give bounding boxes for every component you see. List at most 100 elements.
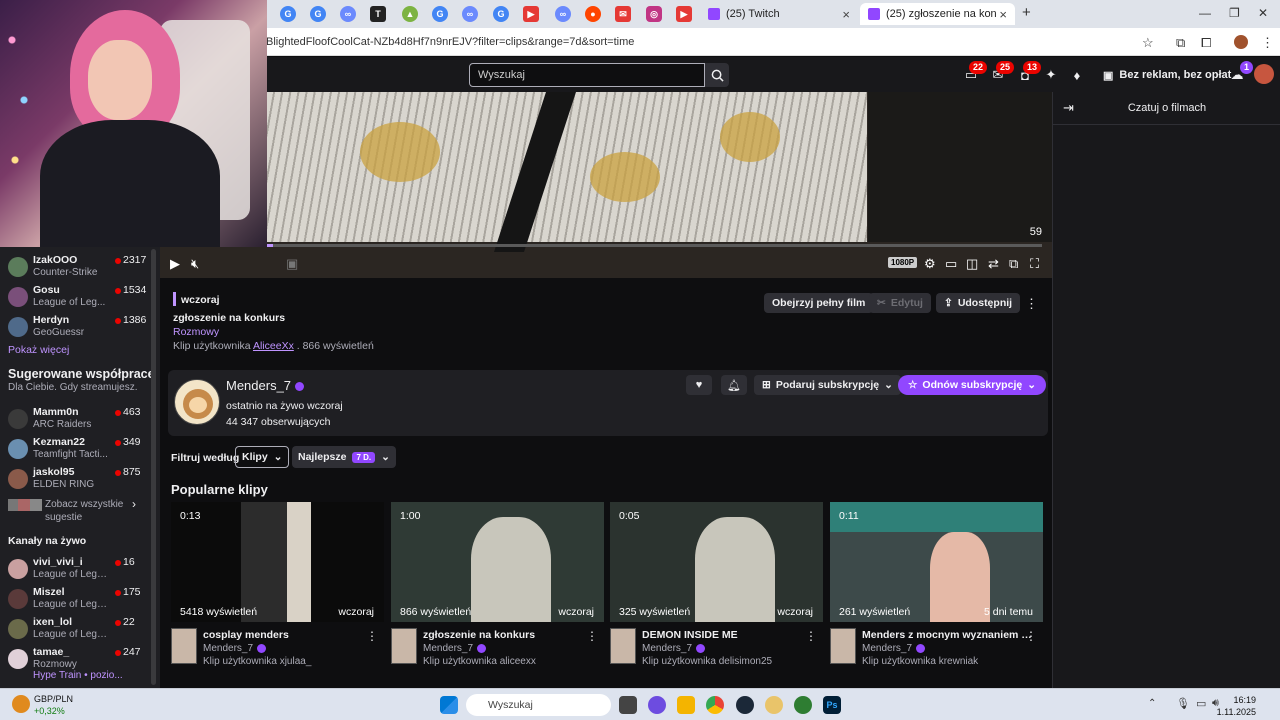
- currency-pair[interactable]: GBP/PLN: [34, 694, 73, 704]
- pinned-tab-google-icon[interactable]: G: [432, 6, 448, 22]
- currency-widget-icon[interactable]: [12, 695, 30, 713]
- tab-active-clip[interactable]: (25) zgłoszenie na konkurs - Tw ×: [860, 3, 1015, 25]
- clip-thumbnail[interactable]: 0:05 325 wyświetleń wczoraj: [610, 502, 823, 622]
- sidebar-channel[interactable]: vivi_vivi_i League of Lege... 16: [0, 554, 150, 584]
- minimize-icon[interactable]: —: [1199, 6, 1211, 20]
- clip-channel-avatar[interactable]: [830, 628, 856, 664]
- microphone-icon[interactable]: 🎙︎: [1176, 697, 1190, 710]
- edit-button[interactable]: ✂ Edytuj: [869, 293, 931, 313]
- pinned-tab-youtube-icon[interactable]: ▶: [676, 6, 692, 22]
- app-icon[interactable]: [765, 696, 783, 714]
- see-all-suggestions[interactable]: Zobacz wszystkie sugestie ›: [8, 497, 148, 527]
- extension-icon[interactable]: ⧉: [1176, 35, 1185, 51]
- close-tab-icon[interactable]: ×: [842, 7, 850, 22]
- clip-card[interactable]: 1:00 866 wyświetleń wczoraj zgłoszenie n…: [391, 502, 604, 692]
- close-window-icon[interactable]: ✕: [1258, 6, 1268, 20]
- clip-channel[interactable]: Menders_7: [642, 643, 706, 654]
- sidebar-toggle-icon[interactable]: ◫: [966, 256, 978, 272]
- pinned-tab-google-icon[interactable]: G: [493, 6, 509, 22]
- renew-sub-button[interactable]: ☆ Odnów subskrypcję ⌄: [898, 375, 1047, 395]
- filter-sort-dropdown[interactable]: Najlepsze 7 D. ⌄: [292, 446, 396, 468]
- pinned-tab-t-icon[interactable]: T: [370, 6, 386, 22]
- sidebar-channel[interactable]: IzakOOO Counter-Strike 2317: [0, 252, 150, 282]
- start-windows-icon[interactable]: [440, 696, 458, 714]
- sidebar-channel[interactable]: ixen_lol League of Lege... 22: [0, 614, 150, 644]
- sidebar-channel[interactable]: Kezman22 Teamfight Tacti... 349: [0, 434, 150, 464]
- channel-name[interactable]: Menders_7: [226, 378, 305, 393]
- inbox-icon[interactable]: ▭ 22: [963, 61, 987, 83]
- pinned-tab-google-icon[interactable]: G: [310, 6, 326, 22]
- volume-icon[interactable]: ▣: [286, 256, 298, 272]
- follow-heart-button[interactable]: ♥: [686, 375, 712, 395]
- pinned-tab-youtube-icon[interactable]: ▶: [523, 6, 539, 22]
- clip-channel[interactable]: Menders_7: [423, 643, 487, 654]
- pinned-tab-google-icon[interactable]: G: [280, 6, 296, 22]
- more-options-icon[interactable]: ⋮: [805, 629, 817, 643]
- seek-bar[interactable]: [168, 244, 1042, 247]
- taskbar-search[interactable]: Wyszukaj: [466, 694, 611, 716]
- share-button[interactable]: ⇪ Udostępnij: [936, 293, 1021, 313]
- clipper-link[interactable]: AliceeXx: [253, 340, 294, 352]
- sidebar-channel[interactable]: Gosu League of Leg... 1534: [0, 282, 150, 312]
- pinned-tab-instagram-icon[interactable]: ◎: [646, 6, 662, 22]
- clip-thumbnail[interactable]: 0:11 261 wyświetleń 5 dni temu: [830, 502, 1043, 622]
- bookmark-star-icon[interactable]: ☆: [1142, 35, 1154, 51]
- more-options-icon[interactable]: ⋮: [1025, 629, 1037, 643]
- clip-channel[interactable]: Menders_7: [203, 643, 267, 654]
- new-tab-icon[interactable]: +: [1022, 4, 1031, 21]
- clip-channel[interactable]: Menders_7: [862, 643, 926, 654]
- task-view-icon[interactable]: [619, 696, 637, 714]
- more-options-icon[interactable]: ⋮: [586, 629, 598, 643]
- sidebar-channel[interactable]: Herdyn GeoGuessr 1386: [0, 312, 150, 342]
- sidebar-channel[interactable]: Miszel League of Lege... 175: [0, 584, 150, 614]
- close-tab-icon[interactable]: ×: [999, 7, 1007, 22]
- show-more-link[interactable]: Pokaż więcej: [8, 344, 69, 356]
- play-icon[interactable]: ▶: [170, 256, 180, 272]
- photoshop-icon[interactable]: Ps: [823, 696, 841, 714]
- watch-full-video-button[interactable]: Obejrzyj pełny film: [764, 293, 874, 313]
- search-button[interactable]: [705, 63, 729, 87]
- settings-gear-icon[interactable]: ⚙: [924, 256, 936, 272]
- clip-category-link[interactable]: Rozmowy: [173, 326, 219, 338]
- more-options-icon[interactable]: ⋮: [366, 629, 378, 643]
- filter-type-dropdown[interactable]: Klipy ⌄: [235, 446, 290, 468]
- clip-card[interactable]: 0:13 5418 wyświetleń wczoraj cosplay men…: [171, 502, 384, 692]
- chevron-up-icon[interactable]: ⌃: [1148, 698, 1156, 709]
- url-field[interactable]: BlightedFloofCoolCat-NZb4d8Hf7n9nrEJV?fi…: [266, 36, 634, 48]
- search-input[interactable]: Wyszukaj: [469, 63, 705, 87]
- tab-twitch[interactable]: (25) Twitch ×: [700, 3, 858, 25]
- browser-menu-icon[interactable]: ⋮: [1261, 35, 1274, 51]
- mute-icon[interactable]: 🔇︎: [191, 256, 199, 272]
- pinned-tab-link-icon[interactable]: ∞: [462, 6, 478, 22]
- fullscreen-icon[interactable]: ⛶: [1030, 256, 1039, 272]
- bits-icon[interactable]: ☁ 1: [1229, 61, 1253, 83]
- extensions-puzzle-icon[interactable]: ⧠: [1201, 35, 1211, 51]
- clip-thumbnail[interactable]: 0:13 5418 wyświetleń wczoraj: [171, 502, 384, 622]
- picture-in-picture-icon[interactable]: ⧉: [1009, 256, 1018, 272]
- clip-card[interactable]: 0:11 261 wyświetleń 5 dni temu Menders z…: [830, 502, 1043, 692]
- drops-icon[interactable]: ✦: [1043, 67, 1059, 83]
- clip-title[interactable]: zgłoszenie na konkurs: [423, 629, 593, 641]
- pinned-tab-mail-icon[interactable]: ✉: [615, 6, 631, 22]
- pinned-tab-link-icon[interactable]: ∞: [555, 6, 571, 22]
- discord-icon[interactable]: [648, 696, 666, 714]
- user-avatar[interactable]: [1254, 64, 1274, 84]
- pinned-tab-reddit-icon[interactable]: ●: [585, 6, 601, 22]
- clip-title[interactable]: cosplay menders: [203, 629, 373, 641]
- notifications-icon[interactable]: ◘ 13: [1017, 61, 1041, 83]
- notification-bell-button[interactable]: 🔔︎: [721, 375, 747, 395]
- sidebar-channel[interactable]: Mamm0n ARC Raiders 463: [0, 404, 150, 434]
- clip-thumbnail[interactable]: 1:00 866 wyświetleń wczoraj: [391, 502, 604, 622]
- profile-avatar-icon[interactable]: [1234, 35, 1248, 49]
- video-player[interactable]: 59 ▶ 🔇︎ ▣ 1080P ⚙ ▭ ◫ ⇄ ⧉ ⛶: [160, 92, 1052, 278]
- clip-title[interactable]: Menders z mocnym wyznaniem o ...: [862, 629, 1032, 641]
- pinned-tab-drive-icon[interactable]: ▲: [402, 6, 418, 22]
- quality-badge[interactable]: 1080P: [888, 257, 918, 268]
- clip-channel-avatar[interactable]: [171, 628, 197, 664]
- channel-avatar[interactable]: [174, 379, 220, 425]
- whispers-icon[interactable]: ✉ 25: [990, 61, 1014, 83]
- sidebar-scrollbar[interactable]: [151, 249, 156, 685]
- clip-title[interactable]: DEMON INSIDE ME: [642, 629, 812, 641]
- steam-icon[interactable]: [736, 696, 754, 714]
- clock[interactable]: 16:19 1.11.2025: [1217, 694, 1256, 718]
